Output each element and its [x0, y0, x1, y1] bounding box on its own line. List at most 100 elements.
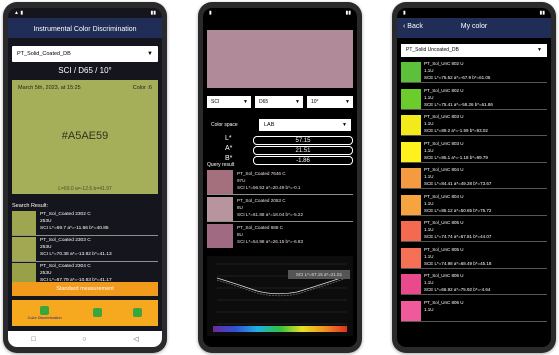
- item-code: 1.1U: [424, 280, 434, 285]
- item-name: PT_Sol_UnC 805 U: [424, 246, 464, 252]
- home-icon[interactable]: ○: [82, 336, 86, 343]
- list-item[interactable]: PT_Sol_UnC 804 U 1.1U SCE L*=84.41 a*=49.2…: [401, 166, 547, 189]
- tab-color-discrimination[interactable]: Color Discrimination: [28, 306, 62, 320]
- discrimination-icon: [40, 306, 50, 315]
- list-item[interactable]: PT_Sol_UnC 804 U 1.1U SCE L*=85.12 a*=50.6…: [401, 193, 547, 216]
- list-item[interactable]: PT_Sol_UnC 803 U 1.1U SCE L*=95.1 a*=-1.18…: [401, 140, 547, 163]
- list-item[interactable]: PT_Sol_UnC 806 U 1.1U: [401, 299, 547, 322]
- item-values: SCE L*=89.2 a*=-1.59 b*=93.02: [424, 128, 488, 133]
- result-name: PT_Sol_Coated 688 C: [237, 225, 283, 230]
- divider: [401, 294, 547, 295]
- query-result-label: Query result: [207, 162, 235, 168]
- reflectance-curve: [216, 263, 348, 325]
- system-nav-bar: □ ○ ◁: [8, 331, 162, 347]
- recent-apps-icon[interactable]: □: [31, 336, 35, 343]
- database-dropdown-label: PT_Solid Uncoated_DB: [406, 47, 459, 53]
- divider: [401, 82, 547, 83]
- result-values: SCI L*=54.98 a*=26.15 b*=-6.83: [237, 239, 304, 244]
- reflectance-graph[interactable]: [207, 256, 353, 336]
- chevron-down-icon: ▼: [345, 99, 350, 105]
- item-name: PT_Sol_UnC 806 U: [424, 273, 464, 278]
- color-swatch: [401, 300, 421, 322]
- result-code: 253U: [40, 245, 52, 250]
- graph-tooltip: SCI L*=57.15 a*=21.51: [288, 270, 350, 279]
- standard-measurement-button[interactable]: Standard measurement: [12, 282, 158, 296]
- b-label: B*: [225, 155, 233, 162]
- color-swatch: [401, 274, 421, 295]
- list-item[interactable]: PT_Sol_UnC 805 U 1.1U SCE L*=74.74 a*=67.8…: [401, 219, 547, 242]
- result-row[interactable]: PT_Sol_Coated 2302 C 253U SCI L*=69.7 a*…: [12, 210, 158, 236]
- screen: ▲ ▮ ▮▮ Instrumental Color Discrimination …: [8, 8, 162, 347]
- divider: [401, 108, 547, 110]
- spectrum-bar: [213, 326, 347, 332]
- phone-color-measurement: ▮ ▮▮ SCI ▼ D65 ▼ 10° ▼ Color space LAB ▼ …: [198, 2, 362, 353]
- list-item[interactable]: PT_Sol_UnC 802 U 1.1U SCE L*=75.41 a*=-58.…: [401, 87, 547, 110]
- lab-values: L=69.0 a=-12.6 b=41.97: [58, 186, 112, 192]
- result-row[interactable]: PT_Sol_Coated 2053 C 8U SCI L*=61.88 a*=…: [207, 196, 353, 222]
- library-icon: [92, 308, 102, 317]
- item-code: 1.1U: [424, 200, 434, 206]
- list-item[interactable]: PT_Sol_UnC 802 U 1.1U SCE L*=75.52 a*=-67.…: [401, 60, 547, 83]
- database-dropdown[interactable]: PT_Solid_Coated_DB ▼: [12, 46, 158, 62]
- item-name: PT_Sol_UnC 802 U: [424, 87, 464, 93]
- color-swatch: [401, 247, 421, 269]
- mode-select-label: SCI: [211, 99, 220, 105]
- database-dropdown[interactable]: PT_Solid Uncoated_DB ▼: [401, 44, 547, 57]
- measured-color-swatch: [207, 30, 353, 88]
- tab-library[interactable]: [92, 308, 102, 318]
- result-row[interactable]: PT_Sol_Coated 2303 C 253U SCI L*=70.38 a…: [12, 236, 158, 262]
- item-name: PT_Sol_UnC 805 U: [424, 220, 464, 225]
- item-code: 1.1U: [424, 253, 434, 259]
- item-values: SCE L*=74.98 a*=68.49 b*=45.18: [424, 260, 492, 266]
- color-number: Color :6: [132, 85, 152, 91]
- divider: [207, 221, 353, 222]
- result-swatch: [12, 211, 36, 235]
- observer-select[interactable]: 10° ▼: [307, 96, 353, 108]
- color-swatch: [401, 141, 421, 163]
- color-space-select[interactable]: LAB ▼: [259, 119, 351, 131]
- color-swatch: March 5th, 2023, at 15:25 Color :6 #A5AE…: [12, 80, 158, 194]
- result-name: PT_Sol_Coated 2302 C: [40, 212, 91, 217]
- item-values: SCE L*=74.74 a*=67.81 b*=44.07: [424, 234, 492, 239]
- result-name: PT_Sol_Coated 2053 C: [237, 198, 286, 203]
- item-code: 1.1U: [424, 147, 434, 153]
- item-values: SCE L*=95.1 a*=-1.18 b*=99.79: [424, 154, 488, 160]
- result-code: 253U: [40, 271, 52, 276]
- phone-color-discrimination: ▲ ▮ ▮▮ Instrumental Color Discrimination …: [3, 2, 167, 353]
- bottom-tab-bar: Color Discrimination: [12, 300, 158, 326]
- screen: ▮ ▮▮ ‹ Back My color PT_Solid Uncoated_DB…: [397, 8, 551, 347]
- tab-settings[interactable]: [133, 308, 143, 318]
- list-item[interactable]: PT_Sol_UnC 805 U 1.1U SCE L*=74.98 a*=68.4…: [401, 246, 547, 269]
- result-name: PT_Sol_Coated 2303 C: [40, 238, 91, 243]
- divider: [401, 241, 547, 242]
- tab-label: Color Discrimination: [27, 316, 62, 320]
- measure-mode: SCI / D65 / 10°: [58, 66, 112, 75]
- chevron-down-icon: ▼: [295, 99, 300, 105]
- back-icon[interactable]: ◁: [133, 335, 138, 343]
- result-values: SCI L*=61.88 a*=18.04 b*=-5.22: [237, 212, 304, 217]
- chevron-down-icon: ▼: [147, 51, 153, 57]
- illuminant-select[interactable]: D65 ▼: [255, 96, 303, 108]
- color-swatch: [401, 88, 421, 110]
- list-item[interactable]: PT_Sol_UnC 806 U 1.1U SCE L*=66.92 a*=75.9…: [401, 272, 547, 295]
- chevron-down-icon: ▼: [537, 47, 542, 53]
- divider: [401, 135, 547, 136]
- color-space-value: LAB: [264, 122, 275, 128]
- result-row[interactable]: PT_Sol_Coated 7646 C 97U SCI L*=56.53 a*…: [207, 169, 353, 195]
- item-code: 1.1U: [424, 68, 434, 73]
- item-name: PT_Sol_UnC 803 U: [424, 140, 464, 146]
- list-item[interactable]: PT_Sol_UnC 803 U 1.1U SCE L*=89.2 a*=-1.59…: [401, 113, 547, 136]
- measure-date: March 5th, 2023, at 15:25: [18, 85, 81, 91]
- mode-select[interactable]: SCI ▼: [207, 96, 251, 108]
- app-header: Instrumental Color Discrimination: [8, 18, 162, 38]
- result-swatch: [207, 197, 233, 221]
- status-bar: ▮ ▮▮: [209, 10, 351, 16]
- page-title: My color: [460, 23, 488, 30]
- result-row[interactable]: PT_Sol_Coated 688 C 8U SCI L*=54.98 a*=2…: [207, 223, 353, 249]
- color-swatch: [401, 168, 421, 189]
- hex-value: #A5AE59: [61, 130, 109, 142]
- l-label: L*: [225, 135, 232, 142]
- status-bar: ▮ ▮▮: [403, 10, 545, 16]
- divider: [401, 267, 547, 269]
- result-values: SCI L*=69.7 a*=-11.66 b*=40.85: [40, 226, 109, 231]
